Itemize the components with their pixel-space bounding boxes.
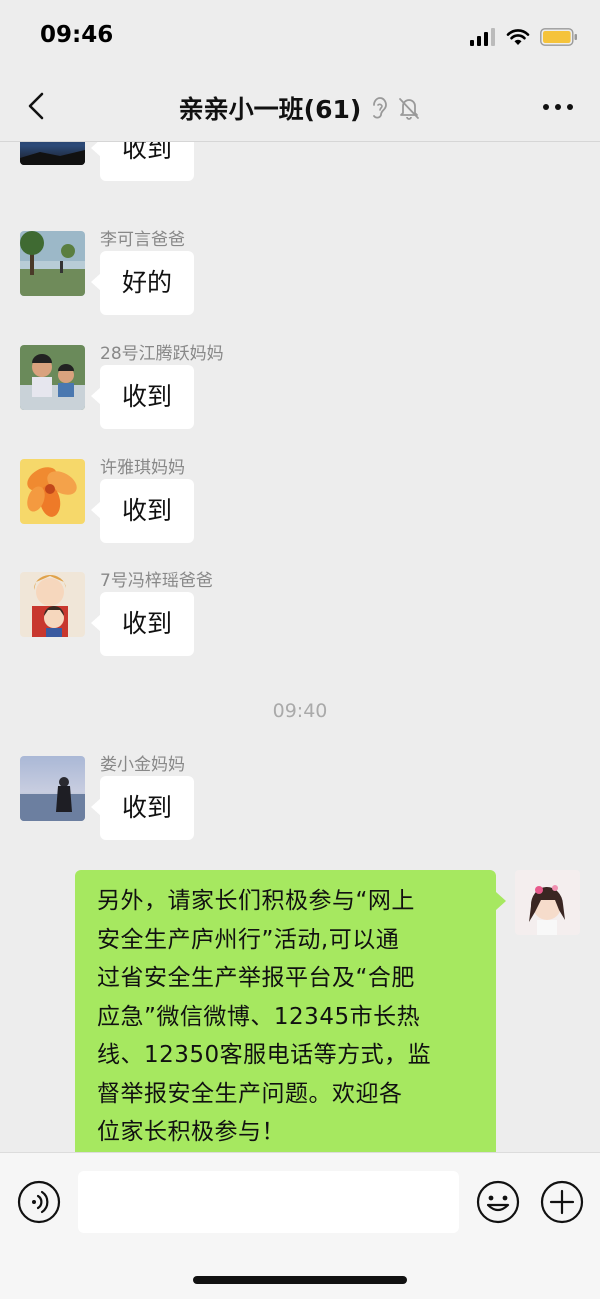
wifi-icon (506, 29, 530, 45)
ear-icon (373, 97, 388, 119)
home-indicator[interactable] (193, 1276, 407, 1284)
chat-messages[interactable]: 收到 李可言爸爸 好的 28号江腾跃妈妈 收到 许雅琪妈妈 收到 7号冯梓瑶爸爸… (0, 142, 600, 1152)
self-message-bubble[interactable]: 另外，请家长们积极参与“网上 安全生产庐州行”活动,可以通 过省安全生产举报平台… (75, 870, 506, 1152)
two-kids-avatar[interactable] (20, 345, 85, 410)
chat-header: 亲亲小一班(61) (0, 72, 600, 142)
self-message-line: 过省安全生产举报平台及“合肥 (97, 965, 415, 991)
sender-name: 李可言爸爸 (100, 230, 185, 250)
orange-flower-avatar[interactable] (20, 459, 85, 524)
message-bubble[interactable]: 好的 (90, 251, 195, 315)
anime-father-child-avatar[interactable] (20, 572, 85, 637)
status-icons (470, 26, 578, 48)
night-sky-avatar[interactable] (20, 142, 85, 165)
plus-icon[interactable] (539, 1179, 585, 1225)
sender-name: 28号江腾跃妈妈 (100, 344, 224, 364)
message-input[interactable] (78, 1171, 459, 1233)
sender-name: 7号冯梓瑶爸爸 (100, 571, 213, 591)
lakeside-tree-avatar[interactable] (20, 231, 85, 296)
seaside-girl-avatar[interactable] (20, 756, 85, 821)
emoji-icon[interactable] (475, 1179, 521, 1225)
self-message-line: 另外，请家长们积极参与“网上 (97, 888, 415, 914)
mute-bell-icon (399, 98, 420, 120)
message-bubble[interactable]: 收到 (90, 479, 195, 543)
message-bubble[interactable]: 收到 (90, 365, 195, 429)
signal-icon (470, 28, 495, 46)
battery-icon (540, 28, 577, 46)
status-bar: 09:46 (0, 0, 600, 72)
status-time: 09:46 (40, 22, 114, 48)
self-message-line: 应急”微信微博、12345市长热 (97, 1003, 421, 1030)
chat-title[interactable]: 亲亲小一班(61) (179, 90, 362, 126)
chat-title-wrap: 亲亲小一班(61) (0, 90, 600, 126)
voice-icon[interactable] (16, 1179, 62, 1225)
self-message-line: 位家长积极参与！ (97, 1119, 285, 1145)
self-avatar[interactable] (515, 870, 580, 935)
message-bubble[interactable]: 收到 (90, 142, 195, 181)
message-bubble[interactable]: 收到 (90, 776, 195, 840)
sender-name: 许雅琪妈妈 (100, 458, 185, 478)
self-message-line: 线、12350客服电话等方式，监 (97, 1042, 432, 1068)
self-message-line: 安全生产庐州行”活动,可以通 (97, 926, 400, 953)
sender-name: 娄小金妈妈 (100, 755, 185, 775)
message-bubble[interactable]: 收到 (90, 592, 195, 656)
more-icon[interactable] (540, 92, 576, 122)
time-separator: 09:40 (272, 700, 328, 722)
self-message-line: 督举报安全生产问题。欢迎各 (97, 1080, 403, 1107)
